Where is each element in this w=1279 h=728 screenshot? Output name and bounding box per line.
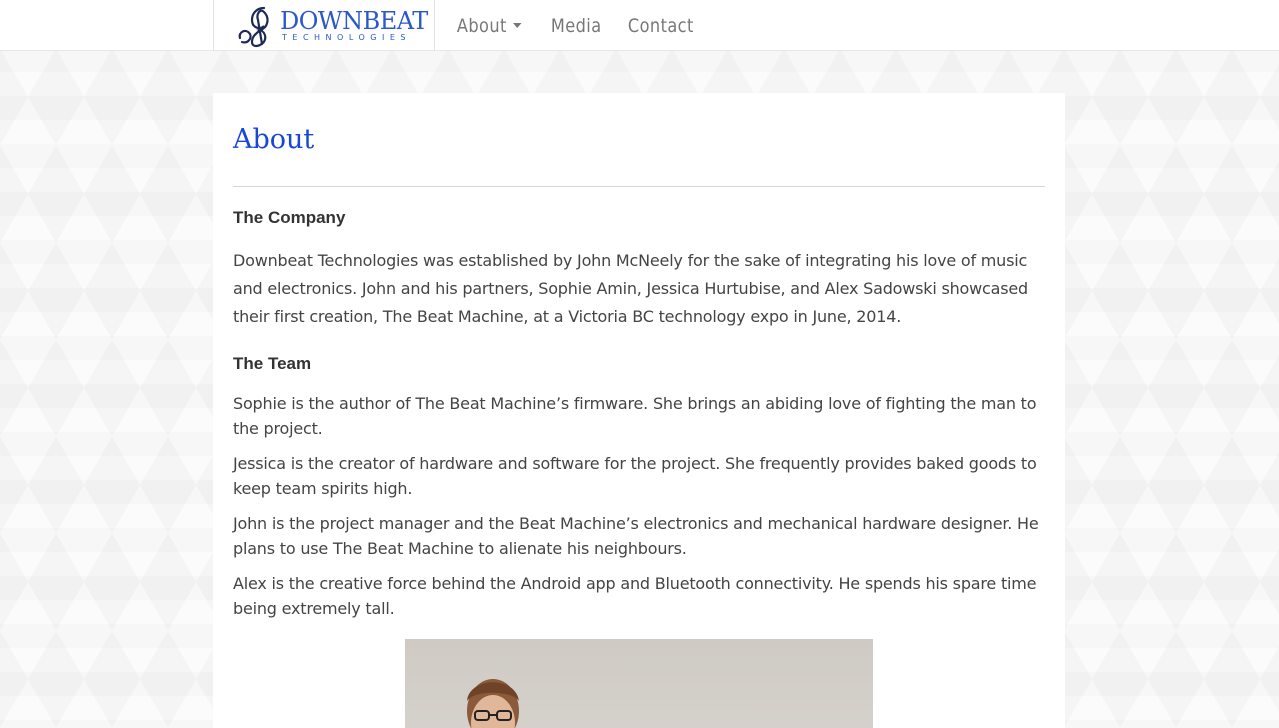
company-paragraph: Downbeat Technologies was established by… [233, 251, 1028, 326]
chevron-down-icon [512, 23, 522, 28]
nav-item-about-label: About [456, 14, 507, 37]
brand-name: DOWNBEAT [280, 7, 428, 35]
brand-logo-link[interactable]: DOWNBEAT TECHNOLOGIES [213, 0, 435, 51]
downbeat-logo-icon [238, 6, 269, 47]
team-member-jessica: Jessica is the creator of hardware and s… [233, 454, 1037, 498]
company-heading: The Company [233, 208, 346, 227]
brand-tagline: TECHNOLOGIES [282, 33, 411, 42]
team-photo [405, 639, 873, 728]
page-title: About [233, 124, 315, 155]
top-navbar: DOWNBEAT TECHNOLOGIES About Media Contac… [0, 0, 1279, 51]
brand-wordmark: DOWNBEAT TECHNOLOGIES [280, 9, 428, 42]
person-photo-illustration [467, 679, 519, 728]
team-member-alex: Alex is the creative force behind the An… [233, 574, 1037, 618]
nav-item-about[interactable]: About [445, 15, 533, 37]
nav-item-media[interactable]: Media [539, 15, 613, 37]
team-member-sophie: Sophie is the author of The Beat Machine… [233, 394, 1037, 438]
nav-item-contact-label: Contact [628, 14, 694, 37]
nav-item-contact[interactable]: Contact [616, 15, 706, 37]
team-member-john: John is the project manager and the Beat… [233, 514, 1039, 558]
team-heading: The Team [233, 354, 312, 373]
content-panel: About The Company Downbeat Technologies … [213, 93, 1065, 728]
title-divider [233, 186, 1045, 187]
main-nav: About Media Contact [445, 0, 712, 51]
nav-item-media-label: Media [550, 14, 602, 37]
